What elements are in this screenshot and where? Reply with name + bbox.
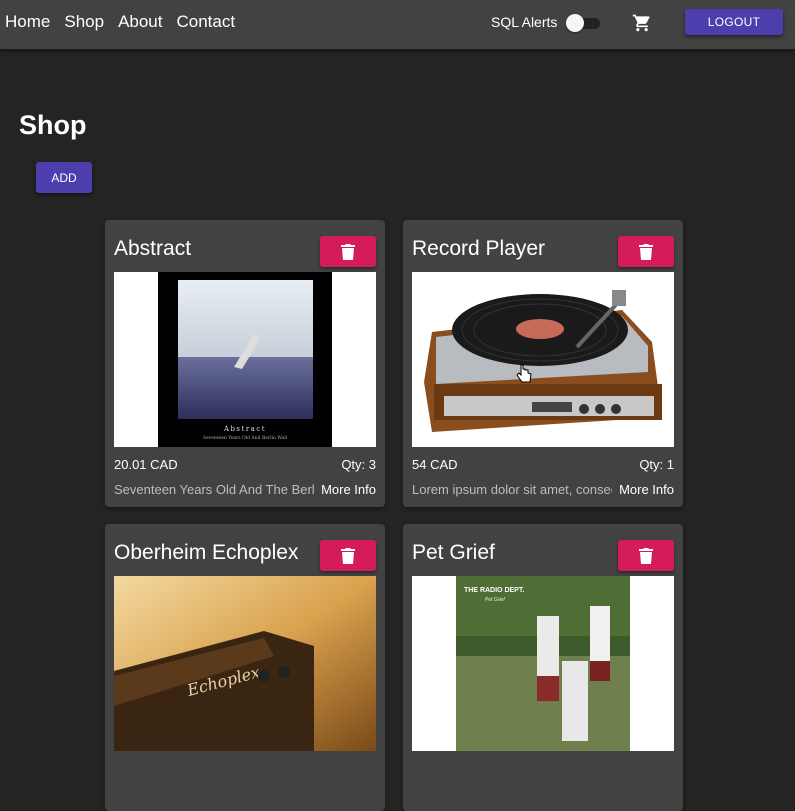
poster-caption-subtitle: Seventeen Years Old And Berlin Wall — [203, 435, 288, 441]
product-description: Lorem ipsum dolor sit amet, consectetur — [412, 482, 612, 497]
echoplex-image: Echoplex — [114, 576, 376, 751]
product-title: Abstract — [114, 237, 192, 260]
toggle-thumb — [566, 14, 584, 32]
add-product-button[interactable]: ADD — [36, 162, 92, 193]
more-info-link[interactable]: More Info — [617, 482, 674, 497]
product-card-record-player: Record Player 54 CAD Qty: 1 Lorem ipsum … — [403, 220, 683, 507]
record-player-image — [412, 272, 674, 447]
product-image: Echoplex — [114, 576, 376, 751]
product-price: 54 CAD — [412, 457, 458, 472]
nav-link-about[interactable]: About — [118, 12, 162, 32]
nav-links: Home Shop About Contact — [5, 12, 235, 32]
sql-alerts-label: SQL Alerts — [491, 14, 558, 30]
delete-button[interactable] — [618, 236, 674, 267]
product-card-pet-grief: Pet Grief THE RADIO DEPT. Pet Grief — [403, 524, 683, 811]
delete-button[interactable] — [618, 540, 674, 571]
hand-pointer-cursor-icon — [516, 364, 532, 383]
product-qty: Qty: 3 — [341, 457, 376, 472]
poster-caption-title: Abstract — [223, 425, 266, 433]
product-title: Oberheim Echoplex — [114, 541, 299, 564]
product-card-abstract: Abstract Abstract Seventeen Years Old An… — [105, 220, 385, 507]
product-card-oberheim-echoplex: Oberheim Echoplex Echoplex — [105, 524, 385, 811]
trash-icon — [639, 547, 653, 564]
shopping-cart-icon[interactable] — [632, 13, 652, 33]
nav-link-shop[interactable]: Shop — [64, 12, 104, 32]
more-info-link[interactable]: More Info — [319, 482, 376, 497]
product-price: 20.01 CAD — [114, 457, 178, 472]
trash-icon — [341, 243, 355, 260]
pet-grief-album-image: THE RADIO DEPT. Pet Grief — [412, 576, 674, 751]
product-title: Record Player — [412, 237, 546, 260]
abstract-poster-image: Abstract Seventeen Years Old And Berlin … — [114, 272, 376, 447]
trash-icon — [639, 243, 653, 260]
product-image — [412, 272, 674, 447]
logout-button[interactable]: LOGOUT — [685, 9, 783, 35]
nav-link-contact[interactable]: Contact — [177, 12, 236, 32]
product-title: Pet Grief — [412, 541, 495, 564]
sql-alerts-toggle[interactable] — [566, 14, 600, 32]
page-title: Shop — [19, 110, 87, 140]
trash-icon — [341, 547, 355, 564]
album-title: Pet Grief — [485, 597, 505, 603]
product-qty: Qty: 1 — [639, 457, 674, 472]
nav-link-home[interactable]: Home — [5, 12, 50, 32]
product-description: Seventeen Years Old And The Berlin Wall — [114, 482, 314, 497]
product-image: Abstract Seventeen Years Old And Berlin … — [114, 272, 376, 447]
delete-button[interactable] — [320, 540, 376, 571]
delete-button[interactable] — [320, 236, 376, 267]
album-band-name: THE RADIO DEPT. — [464, 587, 524, 594]
top-navbar: Home Shop About Contact SQL Alerts LOGOU… — [0, 0, 795, 49]
product-image: THE RADIO DEPT. Pet Grief — [412, 576, 674, 751]
